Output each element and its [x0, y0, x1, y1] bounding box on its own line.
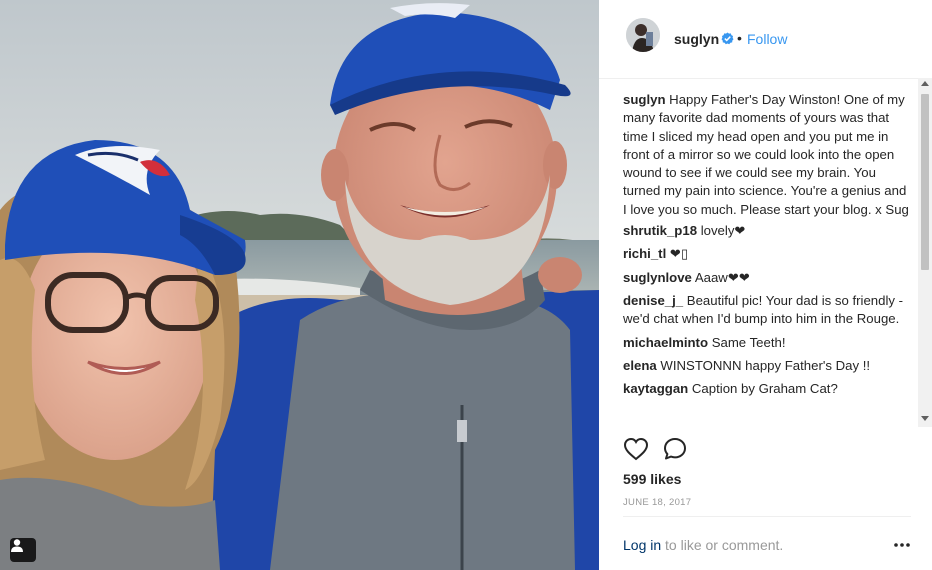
login-link[interactable]: Log in	[623, 537, 661, 553]
comment-username[interactable]: michaelminto	[623, 335, 708, 350]
footer-divider	[623, 516, 911, 517]
avatar[interactable]	[626, 18, 660, 52]
comment-text: Same Teeth!	[711, 334, 786, 350]
scroll-up-arrow-icon[interactable]	[921, 81, 929, 86]
comment-text: Aaaw❤❤	[694, 269, 750, 285]
caption-username[interactable]: suglyn	[623, 92, 666, 107]
author-username[interactable]: suglyn	[674, 31, 719, 47]
caption-text: Happy Father's Day Winston! One of my ma…	[623, 92, 909, 217]
comment-item: elena WINSTONNN happy Father's Day !!	[623, 357, 913, 375]
comment-username[interactable]: denise_j_	[623, 293, 683, 308]
comment-item: suglynlove Aaaw❤❤	[623, 269, 913, 287]
comment-item: denise_j_ Beautiful pic! Your dad is so …	[623, 292, 913, 329]
login-prompt-text: to like or comment.	[661, 537, 784, 553]
comment-username[interactable]: shrutik_p18	[623, 223, 697, 238]
comment-username[interactable]: richi_tl	[623, 246, 666, 261]
photo-illustration	[0, 0, 599, 570]
follow-button[interactable]: Follow	[747, 31, 787, 47]
comments-scrollbar[interactable]	[918, 78, 932, 427]
comment-username[interactable]: kaytaggan	[623, 381, 688, 396]
caption: suglyn Happy Father's Day Winston! One o…	[623, 91, 913, 219]
comment-item: richi_tl ❤▯	[623, 245, 913, 263]
comment-text: lovely❤	[700, 223, 746, 239]
comment-text: WINSTONNN happy Father's Day !!	[660, 357, 871, 373]
post-date: JUNE 18, 2017	[623, 497, 692, 508]
comment-item: shrutik_p18 lovely❤	[623, 222, 913, 240]
header-separator: •	[737, 30, 742, 46]
comment-text: Caption by Graham Cat?	[691, 381, 838, 397]
more-options-icon[interactable]	[893, 541, 911, 549]
user-tag-icon	[11, 539, 23, 552]
post-header: suglyn • Follow	[599, 0, 932, 79]
comment-username[interactable]: suglynlove	[623, 270, 692, 285]
scrollbar-thumb[interactable]	[921, 94, 929, 270]
comments-list[interactable]: suglyn Happy Father's Day Winston! One o…	[623, 91, 913, 427]
comment-text: ❤▯	[669, 246, 689, 262]
avatar-image	[626, 18, 660, 52]
comment-bubble-icon[interactable]	[663, 437, 687, 461]
heart-icon[interactable]	[623, 437, 649, 461]
verified-badge-icon	[721, 32, 734, 45]
scroll-down-arrow-icon[interactable]	[921, 416, 929, 421]
comment-username[interactable]: elena	[623, 358, 657, 373]
post-photo[interactable]	[0, 0, 599, 570]
comment-item: michaelminto Same Teeth!	[623, 334, 913, 352]
like-count[interactable]: 599 likes	[623, 471, 681, 487]
login-prompt: Log in to like or comment.	[623, 537, 783, 553]
user-tag-button[interactable]	[10, 538, 36, 562]
comment-item: kaytaggan Caption by Graham Cat?	[623, 380, 913, 398]
